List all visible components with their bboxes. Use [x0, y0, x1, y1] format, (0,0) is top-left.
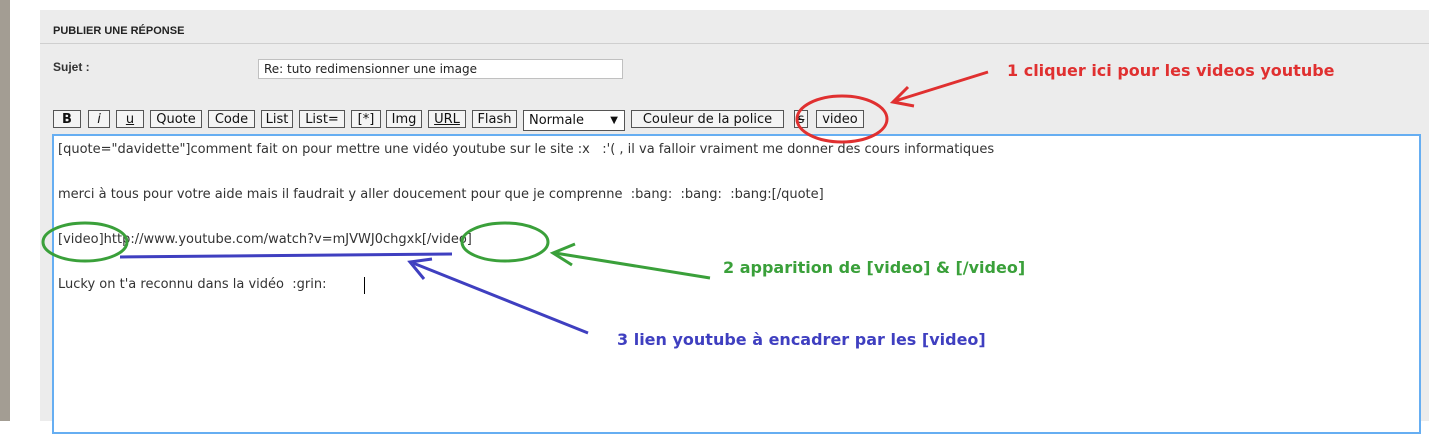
green-circle-open-tag	[41, 221, 129, 263]
annotation-step1: 1 cliquer ici pour les videos youtube	[1007, 61, 1335, 80]
red-circle	[795, 94, 889, 144]
blue-arrow-line	[412, 261, 589, 335]
green-arrow-line	[554, 251, 711, 280]
green-circle-close-tag	[460, 221, 550, 263]
annotation-step2: 2 apparition de [video] & [/video]	[723, 258, 1026, 277]
annotation-step3: 3 lien youtube à encadrer par les [video…	[617, 330, 986, 349]
red-arrow-line	[894, 70, 989, 103]
blue-underline	[119, 252, 453, 259]
